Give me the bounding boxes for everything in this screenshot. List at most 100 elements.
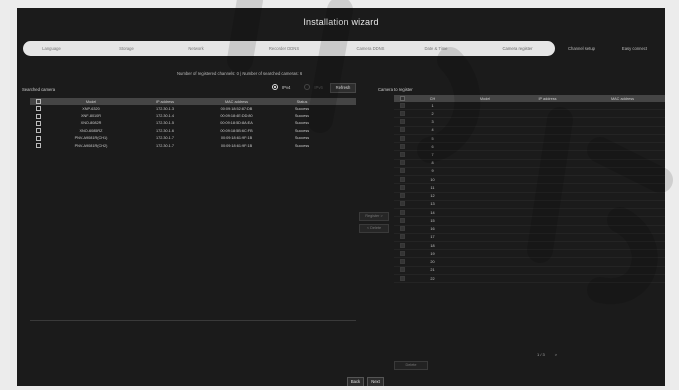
channel-number: 18 — [430, 243, 435, 248]
register-channel-row[interactable]: 11 — [394, 184, 665, 193]
col-ch: CH — [429, 96, 436, 101]
channel-checkbox[interactable] — [399, 259, 405, 265]
channel-number: 10 — [430, 177, 435, 182]
channel-number: 11 — [430, 185, 435, 190]
channel-checkbox[interactable] — [399, 217, 405, 223]
register-channel-row[interactable]: 20 — [394, 258, 665, 267]
register-channel-row[interactable]: 15 — [394, 217, 665, 226]
channel-number: 1 — [431, 103, 434, 108]
row-checkbox[interactable] — [36, 135, 41, 141]
row-status: Success — [294, 106, 310, 111]
refresh-button[interactable]: Refresh — [330, 83, 356, 93]
channel-checkbox[interactable] — [399, 184, 405, 190]
register-channel-row[interactable]: 14 — [394, 209, 665, 218]
col-reg-mac: MAC address — [610, 96, 634, 101]
register-channel-row[interactable]: 12 — [394, 193, 665, 201]
ipv4-radio[interactable] — [272, 84, 278, 90]
channel-checkbox[interactable] — [399, 127, 405, 133]
channel-count-info: Number of registered channels: 0 | Numbe… — [177, 71, 303, 76]
camera-to-register-label: Camera to register — [378, 87, 413, 92]
row-mac: 00:09:18:61:9F:1B — [220, 136, 253, 141]
channel-checkbox[interactable] — [399, 110, 405, 116]
channel-checkbox[interactable] — [399, 275, 405, 281]
unregister-button[interactable]: < Delete — [359, 224, 389, 233]
channel-checkbox[interactable] — [399, 193, 405, 199]
channel-number: 22 — [430, 276, 435, 281]
channel-number: 8 — [431, 161, 434, 166]
channel-checkbox[interactable] — [399, 119, 405, 125]
register-channel-row[interactable]: 9 — [394, 168, 665, 177]
row-model: XNP-6320 — [82, 106, 100, 111]
back-button[interactable]: Back — [347, 377, 364, 386]
register-channel-row[interactable]: 16 — [394, 226, 665, 234]
searched-camera-label: Searched camera — [22, 87, 56, 92]
col-reg-ip: IP address — [538, 96, 557, 101]
channel-checkbox[interactable] — [399, 201, 405, 207]
row-checkbox[interactable] — [36, 120, 41, 126]
row-checkbox[interactable] — [36, 106, 41, 112]
register-channel-row[interactable]: 6 — [394, 143, 665, 152]
channel-checkbox[interactable] — [399, 267, 405, 273]
step-camera-ddns: Camera DDNS — [356, 46, 385, 51]
row-mac: 00:09:18:52:87:DB — [220, 106, 253, 111]
row-checkbox[interactable] — [36, 113, 41, 119]
delete-button[interactable]: Delete — [394, 361, 428, 370]
register-channel-row[interactable]: 13 — [394, 201, 665, 210]
row-checkbox[interactable] — [36, 143, 41, 149]
channel-checkbox[interactable] — [399, 226, 405, 232]
register-select-all-checkbox[interactable] — [399, 96, 405, 101]
channel-number: 9 — [431, 169, 434, 174]
channel-checkbox[interactable] — [399, 168, 405, 174]
row-model: XNF-8010R — [80, 114, 102, 119]
register-channel-row[interactable]: 19 — [394, 250, 665, 259]
channel-checkbox[interactable] — [399, 242, 405, 248]
channel-number: 6 — [431, 144, 434, 149]
channel-checkbox[interactable] — [399, 135, 405, 141]
channel-number: 3 — [431, 120, 434, 125]
register-table-header: CH Model IP address MAC address — [394, 95, 665, 102]
col-reg-model: Model — [479, 96, 491, 101]
channel-checkbox[interactable] — [399, 152, 405, 158]
next-page-button[interactable]: > — [555, 352, 557, 357]
select-all-checkbox[interactable] — [36, 99, 41, 104]
register-channel-row[interactable]: 22 — [394, 275, 665, 284]
row-checkbox[interactable] — [36, 128, 41, 134]
page-indicator: 1 / 3 — [537, 352, 545, 357]
register-channel-row[interactable]: 7 — [394, 151, 665, 160]
register-channel-row[interactable]: 5 — [394, 135, 665, 144]
channel-checkbox[interactable] — [399, 102, 405, 108]
register-camera-table: CH Model IP address MAC address 12345678… — [394, 95, 665, 284]
row-status: Success — [294, 121, 310, 126]
row-mac: 00:09:18:5B:6C:FB — [220, 128, 253, 133]
register-channel-row[interactable]: 1 — [394, 102, 665, 111]
searched-camera-row[interactable]: XNO-8082R 172.30.1.5 00:09:18:5D:8A:EA Succ… — [30, 120, 356, 127]
channel-checkbox[interactable] — [399, 160, 405, 166]
searched-camera-row[interactable]: PNV-A9081R(CH1) 172.30.1.7 00:09:18:61:9F:… — [30, 135, 356, 142]
searched-camera-row[interactable]: PNV-A9081R(CH2) 172.30.1.7 00:09:18:61:9F:… — [30, 142, 356, 149]
ipv6-radio[interactable] — [304, 84, 311, 90]
searched-camera-row[interactable]: XNO-6085RZ 172.30.1.6 00:09:18:5B:6C:FB Suc… — [30, 127, 356, 134]
channel-checkbox[interactable] — [399, 250, 405, 256]
next-button[interactable]: Next — [367, 377, 384, 386]
register-channel-row[interactable]: 10 — [394, 176, 665, 185]
register-channel-row[interactable]: 17 — [394, 234, 665, 242]
channel-checkbox[interactable] — [399, 209, 405, 215]
channel-number: 16 — [430, 227, 435, 232]
register-channel-row[interactable]: 3 — [394, 118, 665, 127]
channel-checkbox[interactable] — [399, 143, 405, 149]
register-channel-row[interactable]: 2 — [394, 110, 665, 119]
channel-number: 14 — [430, 210, 435, 215]
register-channel-row[interactable]: 4 — [394, 127, 665, 135]
row-ip: 172.30.1.4 — [156, 114, 174, 119]
register-button[interactable]: Register > — [359, 212, 389, 221]
channel-number: 17 — [430, 235, 435, 240]
register-channel-row[interactable]: 21 — [394, 267, 665, 275]
searched-camera-row[interactable]: XNP-6320 172.30.1.3 00:09:18:52:87:DB Succe… — [30, 105, 356, 112]
searched-camera-row[interactable]: XNF-8010R 172.30.1.4 00:09:18:4E:DD:80 Succ… — [30, 112, 356, 119]
col-model: Model — [85, 99, 97, 104]
channel-checkbox[interactable] — [399, 176, 405, 182]
register-channel-row[interactable]: 18 — [394, 242, 665, 251]
channel-checkbox[interactable] — [399, 234, 405, 240]
register-channel-row[interactable]: 8 — [394, 160, 665, 168]
row-model: PNV-A9081R(CH1) — [74, 136, 108, 141]
